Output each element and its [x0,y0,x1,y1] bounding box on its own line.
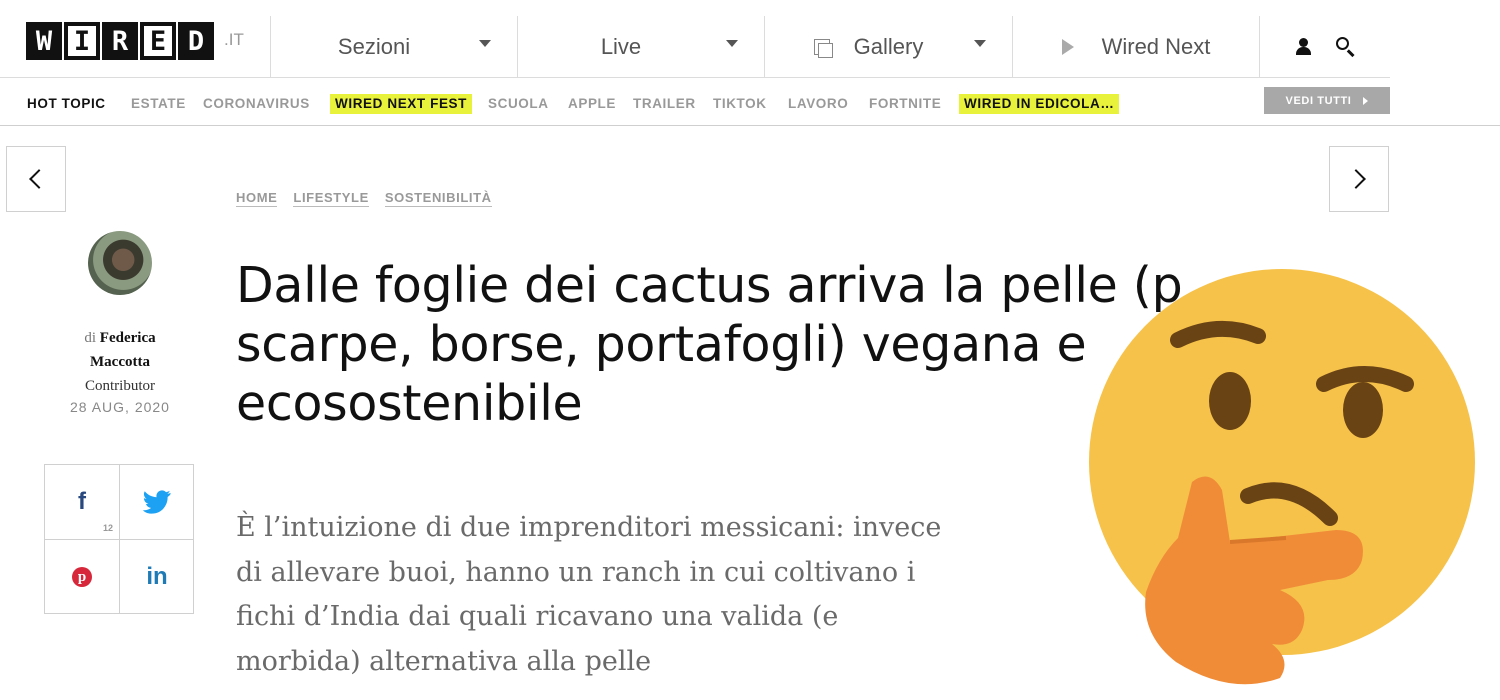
breadcrumb-sostenibilita[interactable]: SOSTENIBILITÀ [384,190,492,207]
topic-link-highlighted[interactable]: WIRED IN EDICOLA… [959,94,1120,114]
nav-sezioni-dropdown[interactable]: Sezioni [270,16,517,78]
breadcrumb: HOME LIFESTYLE SOSTENIBILITÀ [236,190,492,207]
logo-letter: D [178,22,214,60]
topic-link-highlighted[interactable]: WIRED NEXT FEST [330,94,473,114]
lead-line: di allevare buoi, hanno un ranch in cui … [236,556,916,588]
author-prefix: di [84,330,97,346]
logo-letter: I [64,22,100,60]
chevron-right-icon [1346,169,1366,189]
pinterest-share-button[interactable]: p [45,540,119,614]
see-all-button[interactable]: VEDI TUTTI [1264,87,1390,114]
author-name[interactable]: Maccotta [40,350,200,374]
topic-link[interactable]: LAVORO [788,94,848,114]
twitter-icon [143,490,171,514]
logo-tld: .IT [224,30,244,49]
facebook-icon: f [78,488,86,515]
chevron-down-icon [479,40,491,47]
linkedin-share-button[interactable]: in [120,540,194,614]
publish-date: 28 AUG, 2020 [70,399,170,415]
play-icon [1061,39,1074,55]
hot-topic-label: HOT TOPIC [27,96,106,111]
next-article-button[interactable] [1329,146,1389,212]
topic-link[interactable]: FORTNITE [869,94,941,114]
gallery-icon [813,39,833,58]
chevron-down-icon [726,40,738,47]
logo-letter: R [102,22,138,60]
breadcrumb-lifestyle[interactable]: LIFESTYLE [293,190,369,207]
wired-logo[interactable]: W I R E D .IT [26,22,244,60]
chevron-down-icon [974,40,986,47]
nav-gallery-dropdown[interactable]: Gallery [764,16,1012,78]
hot-topics-bar: HOT TOPIC ESTATE CORONAVIRUS WIRED NEXT … [0,78,1500,126]
nav-label: Live [600,34,642,59]
logo-letter: E [140,22,176,60]
chevron-left-icon [29,169,49,189]
user-icon[interactable] [1294,38,1312,56]
nav-label: Gallery [853,34,924,59]
twitter-share-button[interactable] [120,465,194,539]
lead-line: È l’intuizione di due imprenditori messi… [236,512,942,543]
lead-line: morbida) alternativa alla pelle [236,645,652,677]
facebook-share-button[interactable]: f 12 [45,465,119,539]
breadcrumb-home[interactable]: HOME [236,190,278,207]
article-lead: È l’intuizione di due imprenditori messi… [236,506,996,684]
topic-link[interactable]: ESTATE [131,94,186,114]
nav-wired-next[interactable]: Wired Next [1012,16,1259,78]
topic-link[interactable]: APPLE [568,94,616,114]
thinking-face-emoji [1089,269,1475,685]
linkedin-icon: in [146,563,168,590]
topic-link[interactable]: TRAILER [633,94,696,114]
author-avatar[interactable] [88,231,152,295]
topic-link[interactable]: TIKTOK [713,94,767,114]
search-icon[interactable] [1336,37,1356,57]
social-share-grid: f 12 p in [44,464,194,614]
previous-article-button[interactable] [6,146,66,212]
see-all-label: VEDI TUTTI [1285,94,1352,107]
top-navigation: W I R E D .IT Sezioni Live Gallery Wired… [0,0,1390,78]
nav-live-dropdown[interactable]: Live [517,16,764,78]
chevron-right-icon [1363,96,1369,105]
author-role: Contributor [85,378,155,394]
topic-link[interactable]: SCUOLA [488,94,549,114]
pinterest-icon: p [72,567,92,587]
nav-label: Wired Next [1101,34,1211,59]
logo-letter: W [26,22,62,60]
user-tools [1259,16,1390,78]
topic-link[interactable]: CORONAVIRUS [203,94,310,114]
lead-line: fichi d’India dai quali ricavano una val… [236,601,839,632]
author-name[interactable]: Federica [100,330,156,346]
nav-label: Sezioni [337,34,411,59]
facebook-share-count: 12 [103,523,114,533]
author-byline: di Federica Maccotta Contributor [40,326,200,398]
